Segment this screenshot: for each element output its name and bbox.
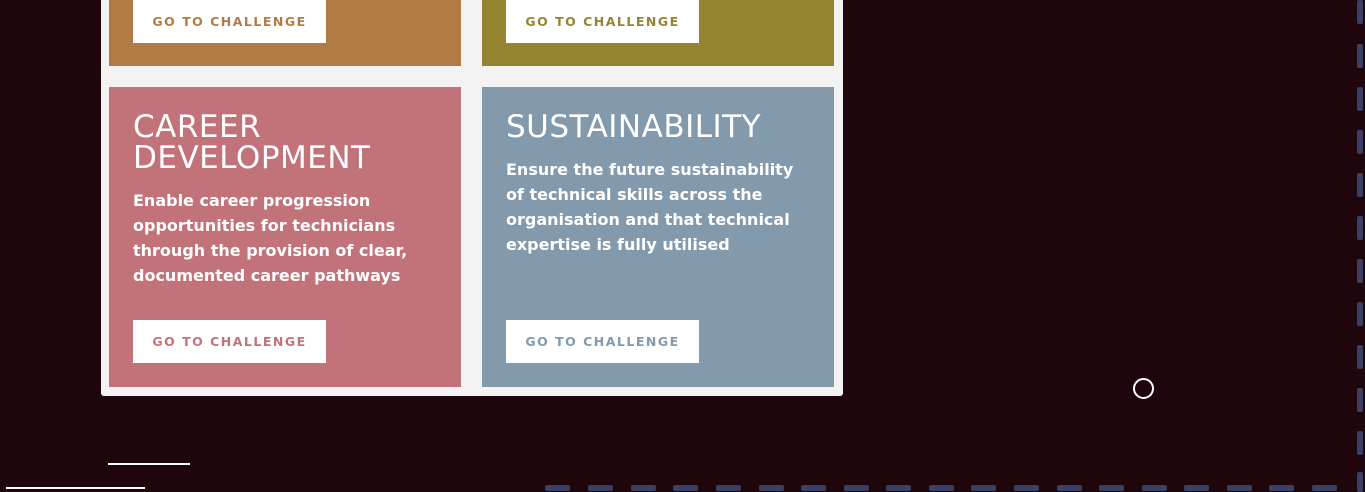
scroll-dash[interactable]: [1227, 485, 1252, 491]
go-to-challenge-button[interactable]: GO TO CHALLENGE: [506, 320, 699, 363]
timeline-underline: [6, 487, 145, 489]
scroll-dash[interactable]: [588, 485, 613, 491]
scroll-dash[interactable]: [801, 485, 826, 491]
scroll-marker[interactable]: [1357, 44, 1363, 68]
scroll-marker[interactable]: [1357, 173, 1363, 197]
challenge-card-career-development: CAREER DEVELOPMENT Enable career progres…: [109, 87, 461, 387]
horizontal-scroll-markers[interactable]: [545, 485, 1365, 492]
scroll-marker[interactable]: [1357, 388, 1363, 412]
card-description: Ensure the future sustainability of tech…: [506, 160, 794, 254]
scroll-marker[interactable]: [1357, 345, 1363, 369]
go-to-challenge-button[interactable]: GO TO CHALLENGE: [506, 0, 699, 43]
scroll-dash[interactable]: [886, 485, 911, 491]
scroll-dash[interactable]: [1142, 485, 1167, 491]
scroll-dash[interactable]: [1099, 485, 1124, 491]
scroll-dash[interactable]: [844, 485, 869, 491]
scroll-dash[interactable]: [929, 485, 954, 491]
go-to-challenge-button[interactable]: GO TO CHALLENGE: [133, 320, 326, 363]
scroll-marker[interactable]: [1357, 431, 1363, 455]
card-description: Enable career progression opportunities …: [133, 191, 408, 285]
scroll-dash[interactable]: [1057, 485, 1082, 491]
progress-underline: [108, 463, 190, 465]
scroll-dash[interactable]: [1312, 485, 1337, 491]
scroll-marker[interactable]: [1357, 0, 1363, 24]
scroll-dash[interactable]: [971, 485, 996, 491]
scroll-marker[interactable]: [1357, 87, 1363, 111]
scroll-dash[interactable]: [759, 485, 784, 491]
scroll-marker[interactable]: [1357, 216, 1363, 240]
card-title: SUSTAINABILITY: [506, 109, 762, 145]
scroll-dash[interactable]: [1184, 485, 1209, 491]
scroll-dash[interactable]: [673, 485, 698, 491]
challenge-card-top-right: GO TO CHALLENGE: [482, 0, 834, 66]
scroll-marker[interactable]: [1357, 259, 1363, 283]
go-to-challenge-button[interactable]: GO TO CHALLENGE: [133, 0, 326, 43]
scroll-dash[interactable]: [1014, 485, 1039, 491]
challenge-card-top-left: GO TO CHALLENGE: [109, 0, 461, 66]
scroll-dash[interactable]: [716, 485, 741, 491]
scroll-marker[interactable]: [1357, 130, 1363, 154]
cursor-ring-icon: [1133, 378, 1154, 399]
scroll-marker[interactable]: [1357, 302, 1363, 326]
card-title: CAREER DEVELOPMENT: [133, 109, 371, 176]
scroll-dash[interactable]: [545, 485, 570, 491]
scroll-dash[interactable]: [631, 485, 656, 491]
challenge-card-sustainability: SUSTAINABILITY Ensure the future sustain…: [482, 87, 834, 387]
vertical-scroll-markers[interactable]: [1357, 0, 1365, 492]
scroll-dash[interactable]: [1269, 485, 1294, 491]
